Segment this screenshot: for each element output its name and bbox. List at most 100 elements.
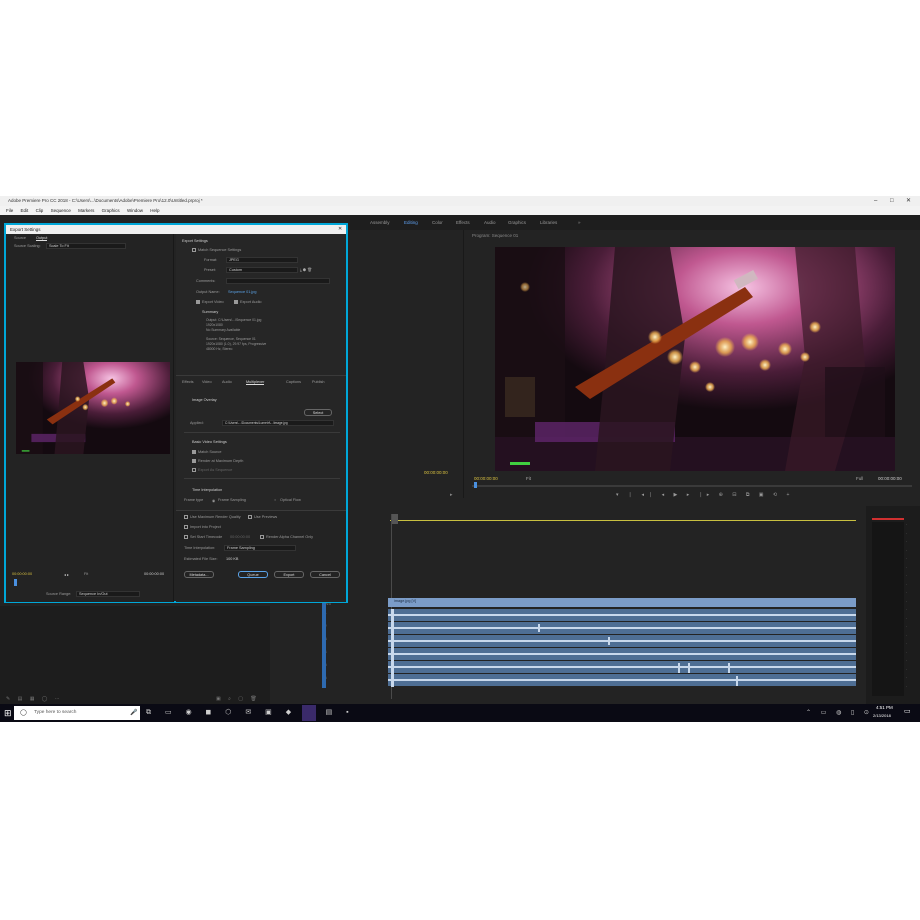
opt-2-checkbox[interactable]	[192, 459, 196, 463]
opt-1-checkbox[interactable]	[192, 450, 196, 454]
workspace-editing[interactable]: Editing	[404, 215, 418, 230]
tab-audio[interactable]: Audio	[222, 380, 232, 384]
tab-multiplexer[interactable]: Multiplexer	[246, 380, 265, 385]
summary-output-3: No Summary Available	[206, 328, 241, 332]
program-scrub-bar[interactable]	[472, 485, 912, 487]
image-overlay-header[interactable]: Image Overlay	[192, 398, 217, 402]
taskbar-date[interactable]: 2/13/2018	[873, 713, 891, 718]
source-timecode[interactable]: 00:00:00:00	[424, 470, 448, 475]
export-scrub-playhead[interactable]	[14, 579, 17, 586]
time-interp-header[interactable]: Time Interpolation	[192, 488, 222, 492]
start-tc-checkbox[interactable]	[184, 535, 188, 539]
program-zoom-select[interactable]: Fit	[526, 476, 531, 481]
output-name-link[interactable]: Sequence 01.jpg	[228, 290, 257, 294]
premiere-window: Adobe Premiere Pro CC 2018 - C:\Users\..…	[0, 196, 920, 722]
close-icon[interactable]: ✕	[906, 196, 911, 206]
menu-markers[interactable]: Markers	[78, 208, 94, 213]
workspaces-overflow-icon[interactable]: »	[578, 215, 581, 230]
render-alpha-checkbox[interactable]	[260, 535, 264, 539]
select-button[interactable]: Select	[304, 409, 332, 416]
source-range-select[interactable]: Sequence In/Out	[76, 591, 140, 597]
tab-publish[interactable]: Publish	[312, 380, 324, 384]
source-monitor: 00:00:00:00 ▸	[350, 230, 464, 498]
dialog-preview-pane: Source Output Source Scaling: Scale To F…	[6, 234, 174, 602]
project-panel-actions[interactable]: ▣ ⌕ ▢ 🗑	[216, 696, 260, 702]
tab-captions[interactable]: Captions	[286, 380, 301, 384]
taskbar-pinned-apps[interactable]: ⧉ ▭ ◉ ◼ ⬡ ✉ ▣ ◆ ▦ ▤ ▪	[146, 708, 355, 718]
comments-input[interactable]	[226, 278, 330, 284]
export-video-checkbox[interactable]	[196, 300, 200, 304]
preview-fit-select[interactable]: Fit	[84, 572, 88, 576]
minimize-icon[interactable]: –	[874, 196, 877, 206]
source-scaling-value: Scale To Fit	[49, 244, 69, 248]
start-tc-value[interactable]: 00:00:00:00	[230, 535, 250, 539]
maximize-icon[interactable]: □	[890, 196, 894, 206]
preset-select[interactable]: Custom	[226, 267, 298, 273]
track-target-strip[interactable]	[322, 598, 326, 688]
match-sequence-checkbox[interactable]	[192, 248, 196, 252]
taskbar-time[interactable]: 4:51 PM	[876, 705, 893, 710]
export-settings-dialog: Export Settings ✕ Source Output Source S…	[4, 223, 348, 603]
timeline-video-clip[interactable]: image.jpg [V]	[388, 598, 856, 607]
applied-field[interactable]: C:\Users\...\Documents\Lumetri\...\image…	[222, 420, 334, 426]
tab-output[interactable]: Output	[36, 236, 48, 241]
program-playhead[interactable]	[474, 482, 477, 488]
workspace-libraries[interactable]: Libraries	[540, 215, 557, 230]
system-tray-icons[interactable]: ⌃ ▭ ◍ ▯ ⊙	[806, 708, 873, 718]
program-monitor-title[interactable]: Program: Sequence 01	[472, 233, 518, 238]
workspace-assembly[interactable]: Assembly	[370, 215, 390, 230]
source-export-icon[interactable]: ▸	[450, 492, 453, 498]
tab-video[interactable]: Video	[202, 380, 212, 384]
format-select[interactable]: JPEG	[226, 257, 298, 263]
menu-file[interactable]: File	[6, 208, 13, 213]
menu-window[interactable]: Window	[127, 208, 143, 213]
summary-source: Source: Sequence, Sequence 01	[206, 337, 256, 341]
taskbar-search-box[interactable]: ◯ Type here to search 🎤	[14, 706, 140, 720]
in-out-icons[interactable]: ◂ ▸	[64, 572, 69, 577]
menu-graphics[interactable]: Graphics	[102, 208, 120, 213]
frame-sampling-label: Frame Sampling	[218, 498, 246, 502]
program-timecode-left[interactable]: 00:00:00:00	[474, 476, 498, 481]
opt-3-checkbox[interactable]	[192, 468, 196, 472]
dialog-close-icon[interactable]: ✕	[338, 225, 342, 234]
export-settings-header[interactable]: Export Settings	[182, 239, 208, 243]
timeline-work-area-bar[interactable]	[390, 520, 856, 521]
preset-actions-icons[interactable]: ⤓ ⬢ 🗑	[300, 267, 312, 272]
premiere-taskbar-button[interactable]	[302, 705, 316, 721]
workspace-graphics[interactable]: Graphics	[508, 215, 526, 230]
metadata-button[interactable]: Metadata...	[184, 571, 214, 578]
project-panel-toolbar[interactable]: ✎ ▤ ▦ ◯ ⋯	[6, 696, 63, 702]
optical-flow-radio[interactable]: ○	[274, 498, 276, 502]
frame-sampling-radio[interactable]: ◉	[212, 498, 215, 503]
export-button[interactable]: Export	[274, 571, 304, 578]
use-previews-checkbox[interactable]	[248, 515, 252, 519]
summary-header[interactable]: Summary	[202, 310, 218, 314]
timeline-playhead-icon[interactable]	[392, 514, 398, 524]
program-quality-select[interactable]: Full	[856, 476, 863, 481]
import-project-checkbox[interactable]	[184, 525, 188, 529]
source-scaling-select[interactable]: Scale To Fit	[46, 243, 126, 249]
notifications-icon[interactable]: ▭	[904, 707, 911, 715]
microphone-icon[interactable]: 🎤	[130, 706, 137, 720]
menu-help[interactable]: Help	[150, 208, 159, 213]
transport-controls[interactable]: ▾ ❘ ◂❘ ◂ ▶ ▸ ❘▸ ⊕ ⊟ ⧉ ▣ ⟲ +	[616, 492, 793, 498]
queue-button[interactable]: Queue	[238, 571, 268, 578]
menu-edit[interactable]: Edit	[21, 208, 29, 213]
menu-sequence[interactable]: Sequence	[51, 208, 71, 213]
program-timecode-right[interactable]: 00:00:00:00	[878, 476, 902, 481]
workspace-color[interactable]: Color	[432, 215, 443, 230]
tab-source[interactable]: Source	[14, 236, 26, 240]
cancel-button[interactable]: Cancel	[310, 571, 340, 578]
export-timecode-in[interactable]: 00:00:00:00	[12, 572, 32, 576]
windows-start-icon[interactable]: ⊞	[4, 707, 12, 719]
render-alpha-label: Render Alpha Channel Only	[266, 535, 314, 539]
workspace-effects[interactable]: Effects	[456, 215, 470, 230]
workspace-audio[interactable]: Audio	[484, 215, 496, 230]
max-render-checkbox[interactable]	[184, 515, 188, 519]
time-interp-select[interactable]: Frame Sampling	[224, 545, 296, 551]
tab-effects[interactable]: Effects	[182, 380, 194, 384]
menu-clip[interactable]: Clip	[36, 208, 44, 213]
basic-video-header[interactable]: Basic Video Settings	[192, 440, 227, 444]
export-timecode-out[interactable]: 00:00:00:00	[144, 572, 164, 576]
export-audio-checkbox[interactable]	[234, 300, 238, 304]
